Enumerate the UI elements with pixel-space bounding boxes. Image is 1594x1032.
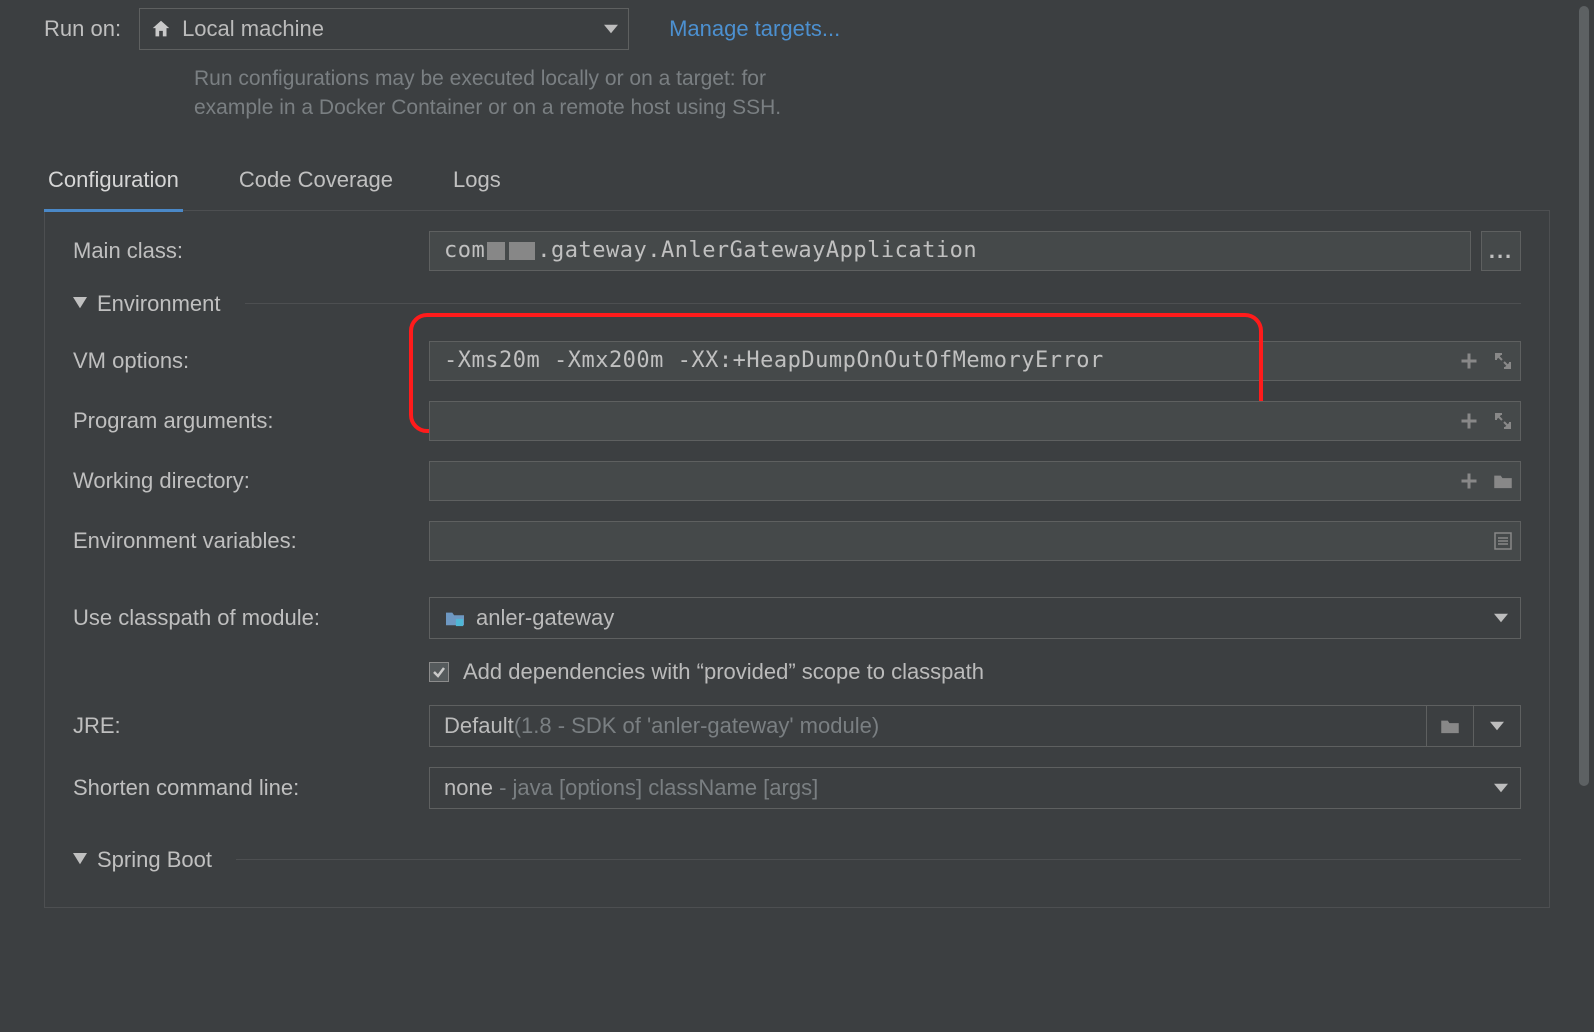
env-vars-field[interactable]: [429, 521, 1521, 561]
expand-icon[interactable]: [1493, 351, 1513, 371]
expand-icon[interactable]: [1493, 411, 1513, 431]
environment-section-toggle[interactable]: Environment: [73, 291, 1521, 317]
redacted-icon: [487, 242, 505, 260]
program-args-field[interactable]: [429, 401, 1521, 441]
list-icon[interactable]: [1493, 531, 1513, 551]
classpath-label: Use classpath of module:: [73, 605, 429, 631]
module-icon: [444, 609, 466, 627]
folder-icon: [1440, 716, 1460, 736]
jre-label: JRE:: [73, 713, 429, 739]
add-provided-checkbox[interactable]: Add dependencies with provided scope to …: [429, 659, 984, 685]
main-class-label: Main class:: [73, 238, 429, 264]
main-class-field[interactable]: com .gateway.AnlerGatewayApplication: [429, 231, 1471, 271]
tab-code-coverage[interactable]: Code Coverage: [235, 167, 397, 210]
run-on-select[interactable]: Local machine: [139, 8, 629, 50]
folder-icon[interactable]: [1493, 471, 1513, 491]
plus-icon[interactable]: [1459, 471, 1479, 491]
tabs: Configuration Code Coverage Logs: [44, 167, 1550, 211]
shorten-label: Shorten command line:: [73, 775, 429, 801]
redacted-icon: [509, 242, 535, 260]
env-vars-label: Environment variables:: [73, 528, 429, 554]
scrollbar-thumb[interactable]: [1579, 6, 1589, 786]
run-on-label: Run on:: [44, 16, 121, 42]
tab-logs[interactable]: Logs: [449, 167, 505, 210]
browse-main-class-button[interactable]: ...: [1481, 231, 1521, 271]
run-on-help: Run configurations may be executed local…: [194, 64, 1550, 123]
plus-icon[interactable]: [1459, 351, 1479, 371]
manage-targets-link[interactable]: Manage targets...: [669, 16, 840, 42]
chevron-down-icon: [604, 22, 618, 36]
vertical-scrollbar[interactable]: [1576, 0, 1594, 1032]
vm-options-label: VM options:: [73, 348, 429, 374]
program-args-label: Program arguments:: [73, 408, 429, 434]
configuration-body: Main class: com .gateway.AnlerGatewayApp…: [44, 211, 1550, 908]
shorten-select[interactable]: none - java [options] className [args]: [429, 767, 1521, 809]
spring-boot-section-toggle[interactable]: Spring Boot: [73, 847, 1521, 873]
home-icon: [150, 18, 172, 40]
jre-browse-button[interactable]: [1427, 706, 1473, 746]
plus-icon[interactable]: [1459, 411, 1479, 431]
tab-configuration[interactable]: Configuration: [44, 167, 183, 212]
working-dir-field[interactable]: [429, 461, 1521, 501]
classpath-select[interactable]: anler-gateway: [429, 597, 1521, 639]
chevron-down-icon: [1494, 611, 1508, 625]
working-dir-label: Working directory:: [73, 468, 429, 494]
add-provided-label: Add dependencies with provided scope to …: [463, 659, 984, 685]
run-on-selected: Local machine: [182, 16, 324, 42]
chevron-down-icon: [1494, 781, 1508, 795]
chevron-down-icon: [1490, 719, 1504, 733]
vm-options-field[interactable]: [429, 341, 1521, 381]
jre-select[interactable]: Default (1.8 - SDK of 'anler-gateway' mo…: [429, 705, 1521, 747]
